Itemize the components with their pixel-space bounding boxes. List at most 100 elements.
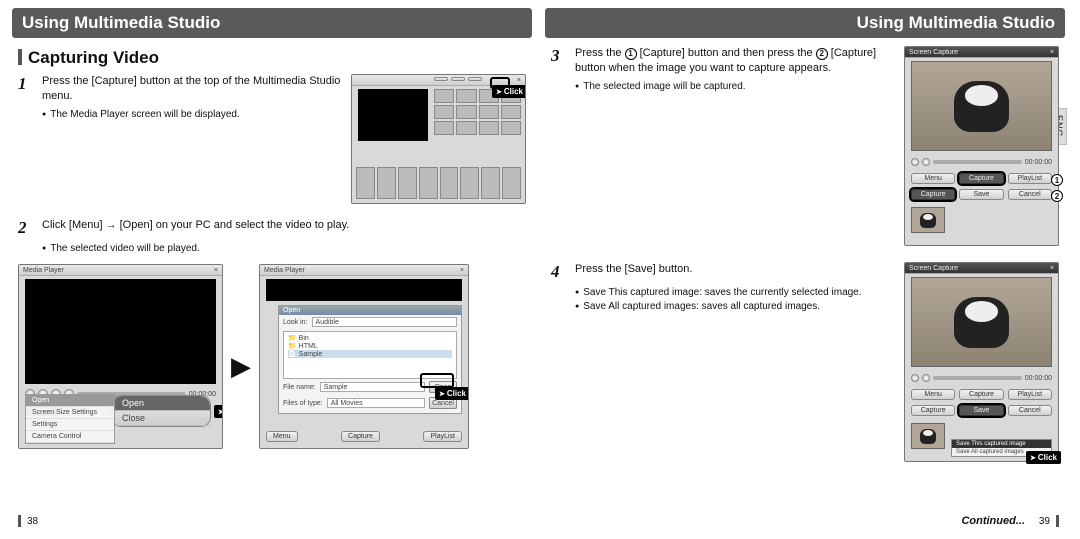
mm-thumbnail-grid [434, 89, 521, 163]
file-name-field[interactable]: Sample [320, 382, 425, 392]
mm-chip[interactable] [434, 77, 448, 81]
thumbnail[interactable] [479, 121, 499, 135]
thumbnail[interactable] [419, 167, 438, 199]
overlay-open[interactable]: Open [112, 396, 210, 411]
capture-button[interactable]: Capture [911, 405, 955, 416]
circled-1-icon: 1 [625, 48, 637, 60]
cancel-button[interactable]: Cancel [1008, 405, 1052, 416]
media-player-open-window: Media Player× Open Look in: Audible 📁 Bi… [259, 264, 469, 449]
file-type-label: Files of type: [283, 400, 323, 407]
cancel-button[interactable]: Cancel [1008, 189, 1052, 200]
circled-2-icon: 2 [816, 48, 828, 60]
sc-row2: Capture Save Cancel [911, 189, 1052, 200]
playlist-button[interactable]: PlayList [1008, 389, 1052, 400]
s3b: [Capture] button and then press the [640, 47, 816, 59]
step2-text: Click [Menu] → [Open] on your PC and sel… [42, 218, 349, 238]
folder-html[interactable]: HTML [299, 343, 318, 350]
click-callout: Click [1026, 451, 1061, 464]
save-button[interactable]: Save [959, 405, 1003, 416]
play-icon[interactable] [911, 374, 919, 382]
header-title-left: Using Multimedia Studio [22, 8, 220, 38]
step1: 1 Press the [Capture] button at the top … [18, 74, 341, 104]
file-type-field[interactable]: All Movies [327, 398, 425, 408]
thumbnail[interactable] [456, 89, 476, 103]
step1-bullet: The Media Player screen will be displaye… [42, 108, 341, 122]
menu-button[interactable]: Menu [911, 173, 955, 184]
mm-chip[interactable] [451, 77, 465, 81]
progress-bar[interactable] [933, 376, 1022, 380]
step4-row: 4 Press the [Save] button. Save This cap… [551, 262, 1059, 462]
thumbnail[interactable] [501, 105, 521, 119]
right-content: 3 Press the 1 [Capture] button and then … [545, 38, 1065, 462]
stop-icon[interactable] [922, 158, 930, 166]
mp-title: Media Player [23, 265, 64, 275]
mp-open-title-bar: Media Player× [260, 265, 468, 276]
file-name-label: File name: [283, 384, 316, 391]
click-callout: Click [214, 405, 223, 418]
capture-button-2[interactable]: Capture [911, 189, 955, 200]
sc-title: Screen Capture [909, 263, 958, 273]
thumbnail[interactable] [501, 121, 521, 135]
menu-button[interactable]: Menu [911, 389, 955, 400]
header-bar-right: Using Multimedia Studio [545, 8, 1065, 38]
playlist-button[interactable]: PlayList [1008, 173, 1052, 184]
step4-screenshot-wrap: Screen Capture× 00:00:00 Menu Capture Pl… [904, 262, 1059, 462]
save-button[interactable]: Save [959, 189, 1003, 200]
dd-camera[interactable]: Camera Control [26, 431, 114, 443]
look-in-field[interactable]: Audible [312, 317, 457, 327]
play-icon[interactable] [911, 158, 919, 166]
sc-thumbnail [911, 423, 945, 449]
file-sample[interactable]: Sample [299, 351, 323, 358]
sc-thumbnail [911, 207, 945, 233]
capture-button[interactable]: Capture [959, 389, 1003, 400]
sc-title-bar: Screen Capture× [905, 47, 1058, 58]
menu-dropdown: Open Screen Size Settings Settings Camer… [25, 394, 115, 444]
header-bar-left: Using Multimedia Studio [12, 8, 532, 38]
thumbnail[interactable] [440, 167, 459, 199]
capture-button-1[interactable]: Capture [959, 173, 1003, 184]
thumbnail[interactable] [434, 105, 454, 119]
stop-icon[interactable] [922, 374, 930, 382]
save-this-option[interactable]: Save This captured image [952, 440, 1051, 448]
step4-text: Press the [Save] button. [575, 262, 692, 282]
step4-number: 4 [551, 262, 567, 282]
progress-bar[interactable] [933, 160, 1022, 164]
dd-open[interactable]: Open [26, 395, 114, 407]
sc-controls: 00:00:00 [911, 155, 1052, 169]
playlist-button[interactable]: PlayList [423, 431, 462, 442]
mm-topbar [434, 77, 482, 81]
mp-stage [25, 279, 216, 384]
thumbnail[interactable] [502, 167, 521, 199]
page-right: Using Multimedia Studio ENG 3 Press the … [545, 8, 1065, 531]
dd-settings[interactable]: Settings [26, 419, 114, 431]
thumbnail[interactable] [479, 105, 499, 119]
timecode: 00:00:00 [1025, 375, 1052, 382]
open-title: Open [279, 306, 461, 315]
thumbnail[interactable] [456, 105, 476, 119]
menu-button[interactable]: Menu [266, 431, 298, 442]
file-list[interactable]: 📁 Bin 📁 HTML 📄 Sample [283, 331, 457, 379]
dd-screensize[interactable]: Screen Size Settings [26, 407, 114, 419]
thumbnail[interactable] [456, 121, 476, 135]
thumbnail[interactable] [398, 167, 417, 199]
thumbnail[interactable] [434, 121, 454, 135]
capture-button[interactable]: Capture [341, 431, 380, 442]
thumbnail[interactable] [460, 167, 479, 199]
s3a: Press the [575, 47, 625, 59]
sc-video-area [911, 277, 1052, 367]
step3-number: 3 [551, 46, 567, 76]
thumbnail[interactable] [481, 167, 500, 199]
thumbnail[interactable] [377, 167, 396, 199]
mm-chip[interactable] [468, 77, 482, 81]
sc-title-bar: Screen Capture× [905, 263, 1058, 274]
step2-number: 2 [18, 218, 34, 238]
mp-open-stage [266, 279, 462, 301]
folder-bin[interactable]: Bin [299, 335, 309, 342]
sc-row2: Capture Save Cancel [911, 405, 1052, 416]
step2-screens: Media Player× 00:00:00 Menu Capture Play… [18, 264, 526, 449]
overlay-close[interactable]: Close [112, 411, 210, 426]
thumbnail[interactable] [356, 167, 375, 199]
multimedia-studio-window: × Click [351, 74, 526, 204]
callout-circle-2: 2 [1051, 190, 1063, 202]
thumbnail[interactable] [434, 89, 454, 103]
